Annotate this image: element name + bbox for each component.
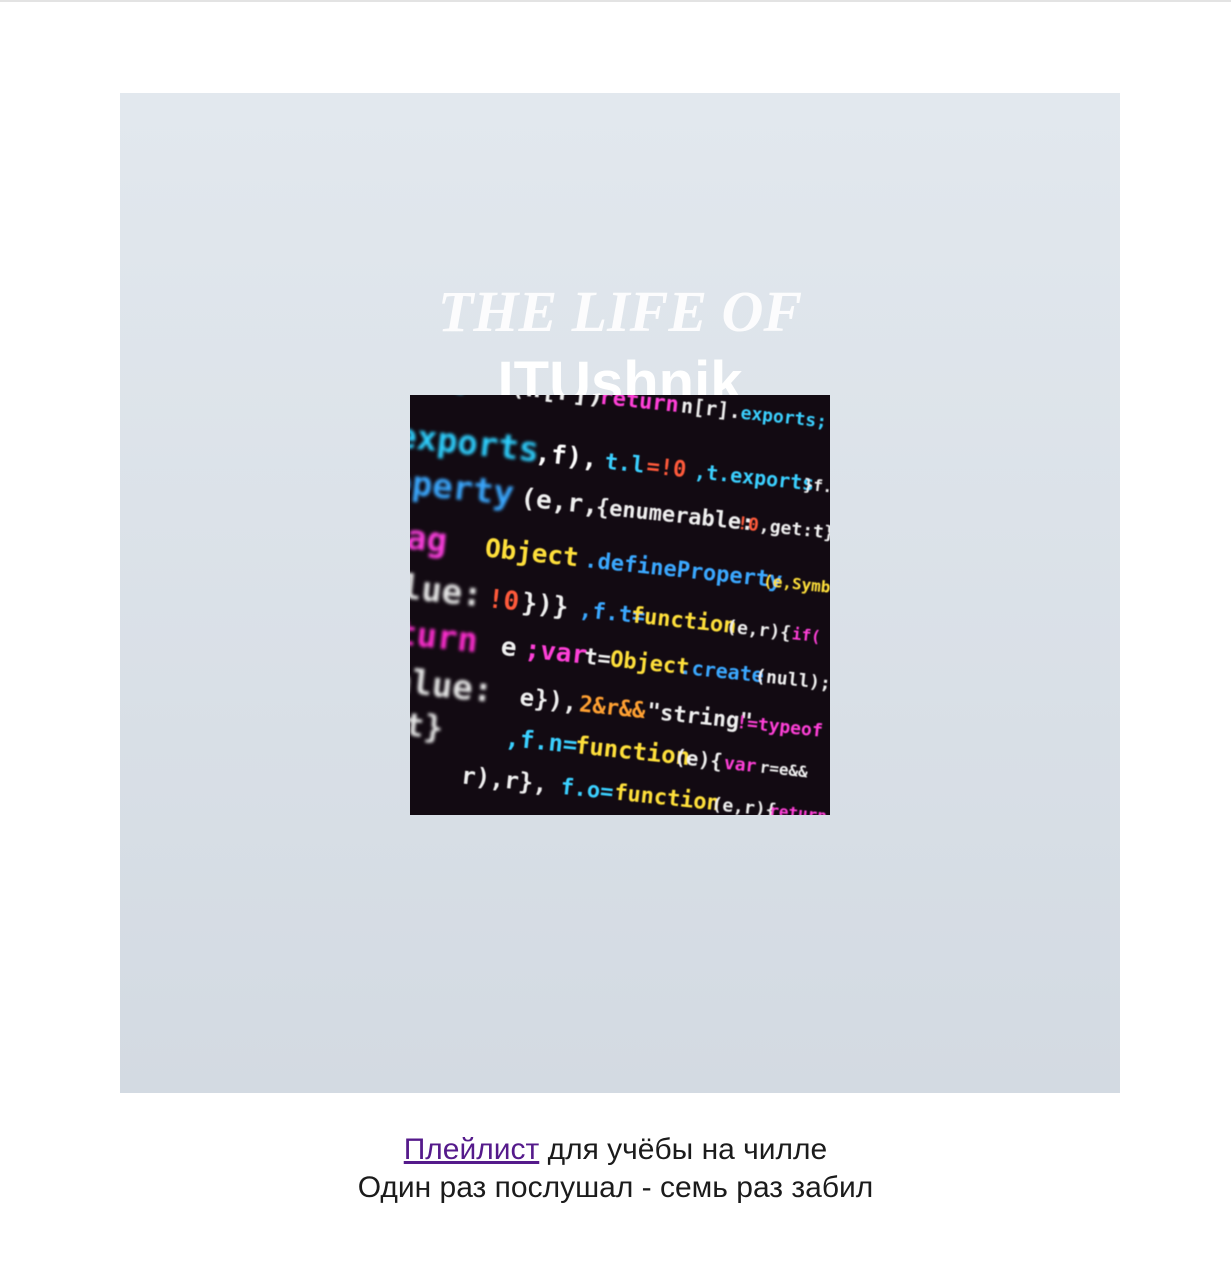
code-screen-graphic: r){ exports operty Tag alue: eturn value… bbox=[410, 395, 830, 815]
playlist-caption: Плейлист для учёбы на чилле Один раз пос… bbox=[0, 1131, 1231, 1207]
svg-text:t=: t= bbox=[583, 645, 612, 673]
code-cover-image: r){ exports operty Tag alue: eturn value… bbox=[410, 395, 830, 815]
cover-kicker: THE LIFE OF bbox=[437, 279, 803, 344]
svg-text:var: var bbox=[723, 753, 758, 777]
svg-text:})}: })} bbox=[520, 588, 570, 623]
svg-text:!0: !0 bbox=[736, 513, 760, 536]
svg-text:!0: !0 bbox=[486, 584, 520, 617]
svg-text:if(: if( bbox=[791, 624, 822, 646]
svg-text:t.l: t.l bbox=[604, 450, 646, 479]
playlist-link[interactable]: Плейлист bbox=[404, 1133, 540, 1166]
svg-text:n t}: n t} bbox=[410, 701, 445, 747]
caption-line-2: Один раз послушал - семь раз забил bbox=[357, 1171, 874, 1204]
svg-text:=!0: =!0 bbox=[645, 454, 687, 483]
caption-line-1-rest: для учёбы на чилле bbox=[539, 1133, 828, 1166]
caption-line-1: Плейлист для учёбы на чилле bbox=[0, 1131, 1231, 1169]
svg-text:e: e bbox=[499, 632, 518, 663]
top-divider bbox=[0, 0, 1231, 2]
svg-text:Tag: Tag bbox=[410, 515, 449, 561]
svg-text:(e){: (e){ bbox=[673, 745, 723, 774]
